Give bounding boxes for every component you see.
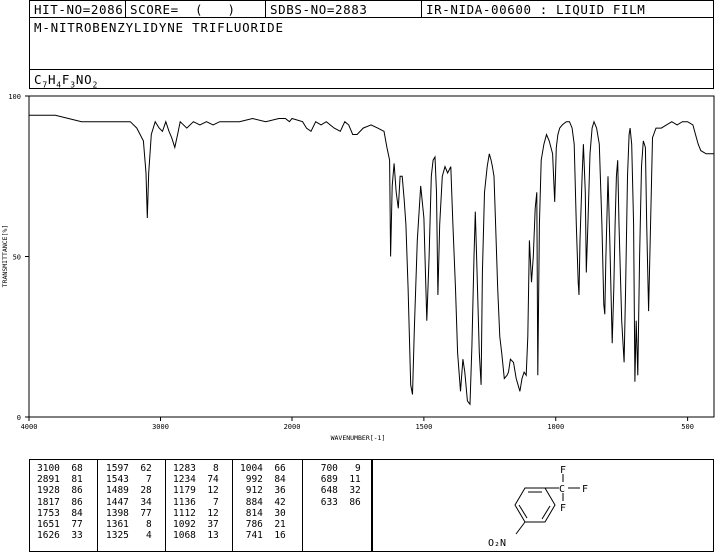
- x-tick-label: 1000: [547, 423, 564, 431]
- benzene-ring: [514, 487, 556, 523]
- spectrum-line: [29, 114, 714, 406]
- peak-column-2: 1597 62 1543 7 1489 28 1447 34 1398 77 1…: [106, 463, 152, 542]
- y-tick-label: 50: [13, 254, 21, 262]
- x-tick-label: 3000: [152, 423, 169, 431]
- x-tick-label: 500: [681, 423, 694, 431]
- peak-column-1: 3100 68 2891 81 1928 86 1817 86 1753 84 …: [37, 463, 83, 542]
- table-divider: [302, 460, 303, 551]
- carbon-label: C: [559, 484, 565, 495]
- peak-column-3: 1283 8 1234 74 1179 12 1136 7 1112 12 10…: [173, 463, 219, 542]
- table-divider: [165, 460, 166, 551]
- table-divider: [97, 460, 98, 551]
- peak-column-4: 1004 66 992 84 912 36 884 42 814 30 786 …: [240, 463, 286, 542]
- molecular-structure: F C F F O₂N: [488, 465, 588, 549]
- y-tick-label: 0: [17, 414, 21, 422]
- ir-spectrum-chart: 4000 3000 2000 1500 1000 500100500 WAVENUMBER…: [1, 93, 715, 442]
- table-divider: [232, 460, 233, 551]
- y-axis-label: TRANSMITTANCE[%]: [1, 225, 9, 288]
- fluorine-top: F: [560, 465, 566, 476]
- peak-column-5: 700 9 689 11 648 32 633 86: [320, 463, 361, 508]
- x-tick-label: 1500: [415, 423, 432, 431]
- ring-double-bond: [518, 504, 528, 519]
- nitro-group: O₂N: [488, 538, 506, 549]
- structure-box: F C F F O₂N: [372, 459, 714, 552]
- peak-table: 3100 68 2891 81 1928 86 1817 86 1753 84 …: [29, 459, 372, 552]
- bond: [515, 521, 526, 535]
- fluorine-right: F: [582, 484, 588, 495]
- y-tick-label: 100: [8, 93, 21, 101]
- fluorine-bottom: F: [560, 503, 566, 514]
- ring-double-bond: [541, 505, 551, 520]
- x-tick-label: 2000: [284, 423, 301, 431]
- x-axis-label: WAVENUMBER[-1]: [331, 434, 386, 442]
- x-tick-label: 4000: [21, 423, 38, 431]
- plot-frame: [28, 95, 715, 418]
